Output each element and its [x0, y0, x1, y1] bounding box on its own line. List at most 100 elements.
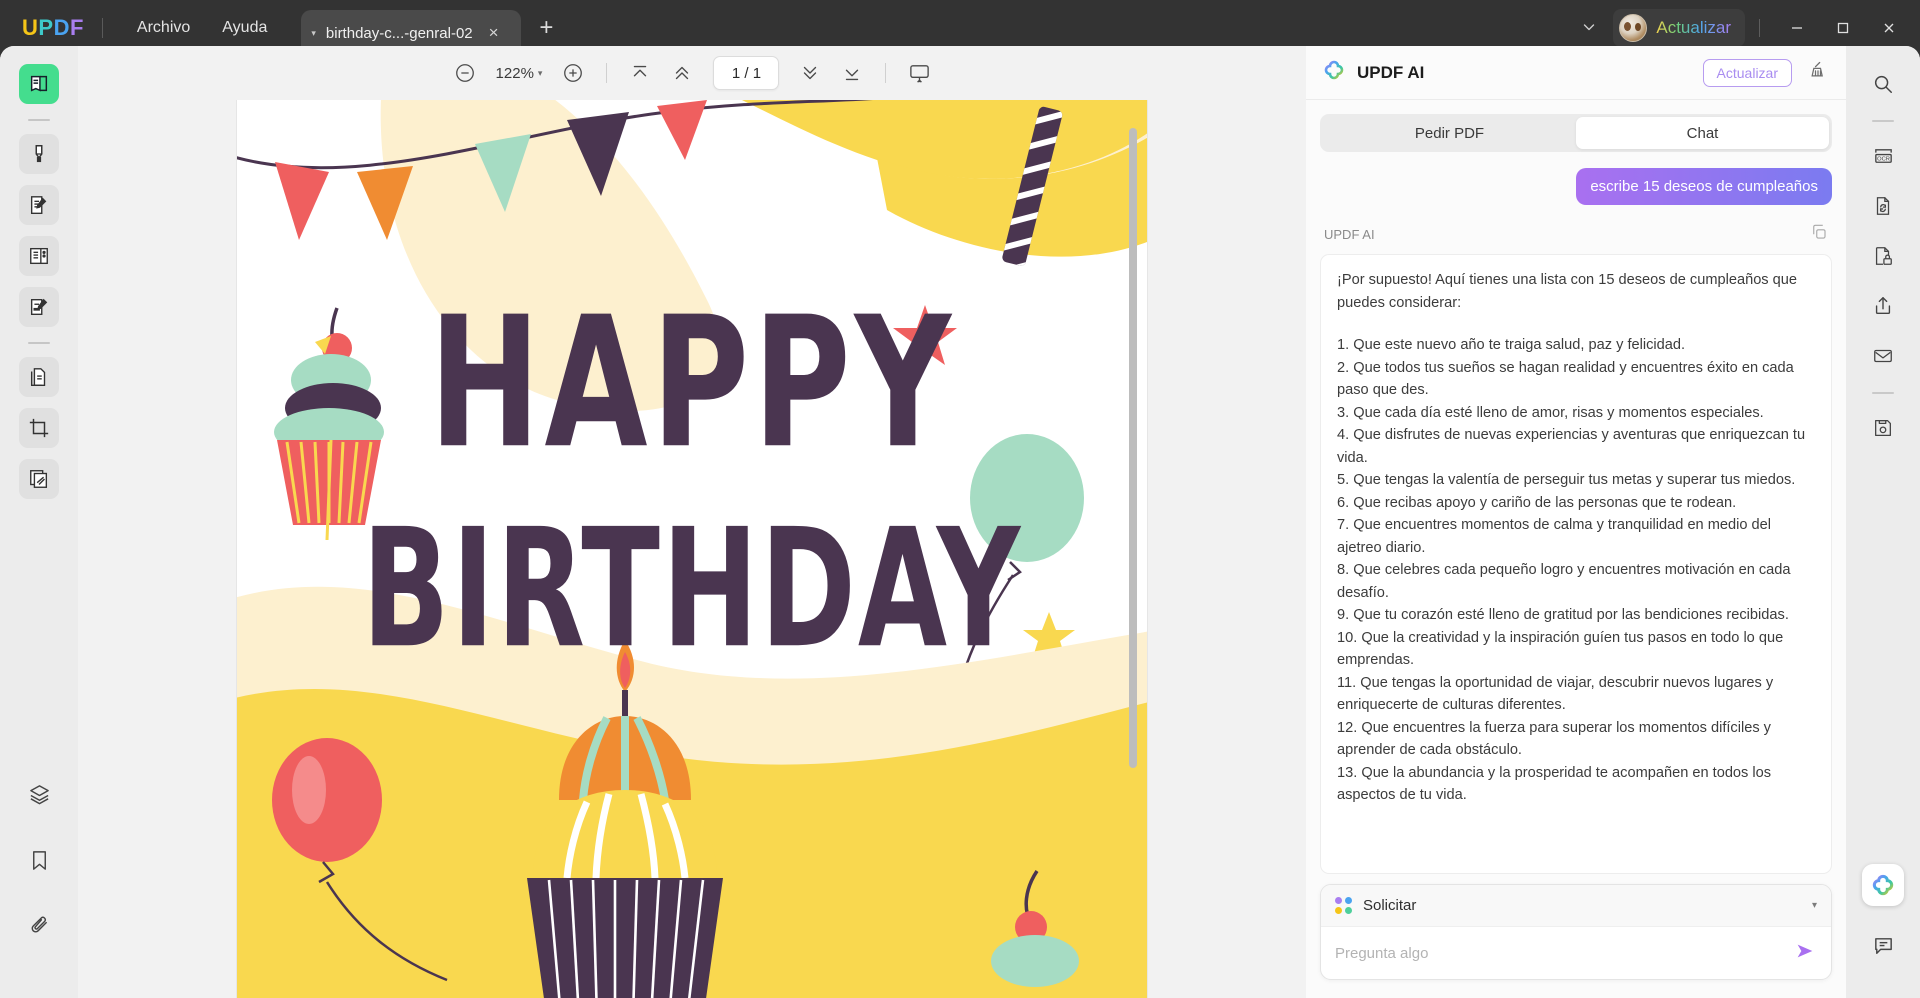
- ai-conversation[interactable]: escribe 15 deseos de cumpleaños UPDF AI …: [1306, 152, 1846, 884]
- sidebar-item-fill-sign[interactable]: [19, 287, 59, 327]
- copy-icon[interactable]: [1810, 223, 1828, 246]
- svg-text:BIRTHDAY: BIRTHDAY: [362, 494, 1022, 685]
- ask-input[interactable]: [1335, 944, 1783, 962]
- rail-divider-2: [28, 342, 50, 344]
- titlebar-divider: [101, 18, 103, 38]
- first-page-icon[interactable]: [619, 54, 661, 92]
- sidebar-item-edit-pdf[interactable]: [19, 185, 59, 225]
- assistant-item: 12. Que encuentres la fuerza para supera…: [1337, 719, 1771, 759]
- sidebar-item-annotate[interactable]: [19, 134, 59, 174]
- user-message: escribe 15 deseos de cumpleaños: [1576, 168, 1832, 205]
- ai-panel-title: UPDF AI: [1357, 62, 1425, 82]
- logo-letter-f: F: [69, 15, 84, 40]
- presentation-mode-icon[interactable]: [898, 54, 940, 92]
- assistant-item: 11. Que tengas la oportunidad de viajar,…: [1337, 674, 1774, 714]
- zoom-level: 122%: [495, 64, 534, 82]
- upgrade-label: Actualizar: [1656, 18, 1731, 37]
- left-toolbar: [0, 46, 78, 998]
- logo-letter-p: P: [38, 15, 54, 40]
- right-toolbar: OCR: [1846, 46, 1920, 998]
- ai-mode-selector[interactable]: Solicitar ▾: [1321, 885, 1831, 927]
- previous-page-icon[interactable]: [661, 54, 703, 92]
- ai-mode-label: Solicitar: [1363, 897, 1417, 914]
- assistant-item: 3. Que cada día esté lleno de amor, risa…: [1337, 404, 1764, 421]
- assistant-item: 1. Que este nuevo año te traiga salud, p…: [1337, 337, 1686, 353]
- ai-input-area: Solicitar ▾: [1306, 884, 1846, 998]
- zoom-dropdown-icon[interactable]: ▾: [538, 68, 543, 79]
- assistant-item: 8. Que celebres cada pequeño logro y enc…: [1337, 562, 1791, 601]
- feedback-button[interactable]: [1863, 926, 1903, 966]
- assistant-message: ¡Por supuesto! Aquí tienes una lista con…: [1320, 254, 1832, 874]
- assistant-label: UPDF AI: [1324, 227, 1375, 242]
- ai-panel: UPDF AI Actualizar Pedir PDF Chat escrib…: [1306, 46, 1846, 998]
- sidebar-item-crop[interactable]: [19, 408, 59, 448]
- last-page-icon[interactable]: [831, 54, 873, 92]
- tab-close-icon[interactable]: ×: [489, 23, 499, 43]
- assistant-item: 10. Que la creatividad y la inspiración …: [1337, 629, 1784, 669]
- tab-dropdown-icon[interactable]: ▾: [311, 28, 316, 39]
- zoom-out-icon[interactable]: [444, 54, 486, 92]
- tool-convert[interactable]: [1863, 186, 1903, 226]
- assistant-header: UPDF AI: [1320, 223, 1832, 246]
- toolbar-divider-1: [606, 63, 608, 83]
- ai-mode-tabs: Pedir PDF Chat: [1320, 114, 1832, 152]
- tool-save[interactable]: [1863, 408, 1903, 448]
- broom-icon[interactable]: [1808, 60, 1828, 85]
- logo-letter-d: D: [53, 15, 70, 40]
- tool-ocr[interactable]: OCR: [1863, 136, 1903, 176]
- sidebar-item-attachments[interactable]: [19, 906, 59, 946]
- assistant-item: 9. Que tu corazón esté lleno de gratitud…: [1337, 607, 1789, 623]
- send-icon[interactable]: [1793, 940, 1817, 967]
- page-indicator[interactable]: 1 / 1: [713, 56, 780, 90]
- tool-search[interactable]: [1863, 64, 1903, 104]
- upgrade-button[interactable]: Actualizar: [1613, 9, 1745, 47]
- document-canvas[interactable]: HAPPY BIRTHDAY: [78, 100, 1306, 998]
- assistant-item: 7. Que encuentres momentos de calma y tr…: [1337, 517, 1772, 556]
- sidebar-item-batch[interactable]: [19, 459, 59, 499]
- tab-pedir-pdf[interactable]: Pedir PDF: [1323, 117, 1576, 149]
- right-rail-divider: [1872, 120, 1894, 122]
- document-scrollbar[interactable]: [1129, 128, 1137, 768]
- svg-text:HAPPY: HAPPY: [429, 278, 955, 488]
- sidebar-item-page-tools[interactable]: [19, 357, 59, 397]
- app-window: 122% ▾ 1 / 1 HAPPY BIRTHDAY UPDF AI Actu…: [0, 46, 1920, 998]
- ai-panel-header: UPDF AI Actualizar: [1306, 46, 1846, 100]
- sidebar-item-layers[interactable]: [19, 774, 59, 814]
- assistant-item: 2. Que todos tus sueños se hagan realida…: [1337, 359, 1794, 399]
- sidebar-item-bookmarks[interactable]: [19, 840, 59, 880]
- user-message-row: escribe 15 deseos de cumpleaños: [1320, 168, 1832, 205]
- tab-title: birthday-c...-genral-02: [325, 24, 473, 42]
- updf-ai-icon: [1322, 58, 1346, 87]
- menu-ayuda[interactable]: Ayuda: [206, 13, 283, 43]
- menu-archivo[interactable]: Archivo: [121, 13, 206, 43]
- next-page-icon[interactable]: [789, 54, 831, 92]
- assistant-item: 5. Que tengas la valentía de perseguir t…: [1337, 472, 1796, 488]
- updf-logo: U P D F: [22, 15, 84, 41]
- document-toolbar: 122% ▾ 1 / 1: [78, 46, 1306, 100]
- sidebar-item-reader[interactable]: [19, 64, 59, 104]
- assistant-intro: ¡Por supuesto! Aquí tienes una lista con…: [1337, 272, 1798, 311]
- toolbar-divider-2: [885, 63, 887, 83]
- chevron-down-icon[interactable]: [1565, 19, 1613, 38]
- ai-upgrade-button[interactable]: Actualizar: [1702, 58, 1792, 87]
- svg-text:OCR: OCR: [1877, 156, 1890, 162]
- zoom-in-icon[interactable]: [552, 54, 594, 92]
- document-area: 122% ▾ 1 / 1 HAPPY BIRTHDAY: [78, 46, 1306, 998]
- chevron-down-icon[interactable]: ▾: [1812, 900, 1817, 911]
- logo-letter-u: U: [22, 15, 39, 40]
- birthday-card-artwork: HAPPY BIRTHDAY: [237, 100, 1147, 998]
- assistant-item: 6. Que recibas apoyo y cariño de las per…: [1337, 494, 1737, 511]
- assistant-item: 13. Que la abundancia y la prosperidad t…: [1337, 764, 1772, 804]
- sidebar-item-organize-pages[interactable]: [19, 236, 59, 276]
- tab-chat[interactable]: Chat: [1576, 117, 1829, 149]
- rail-divider: [28, 119, 50, 121]
- window-controls-divider: [1759, 19, 1760, 37]
- avatar: [1619, 14, 1648, 42]
- tool-protect[interactable]: [1863, 236, 1903, 276]
- pdf-page: HAPPY BIRTHDAY: [237, 100, 1147, 998]
- tool-email[interactable]: [1863, 336, 1903, 376]
- ai-assistant-button[interactable]: [1862, 864, 1904, 906]
- new-tab-button[interactable]: +: [539, 14, 553, 42]
- tool-share[interactable]: [1863, 286, 1903, 326]
- mode-dots-icon: [1335, 897, 1352, 914]
